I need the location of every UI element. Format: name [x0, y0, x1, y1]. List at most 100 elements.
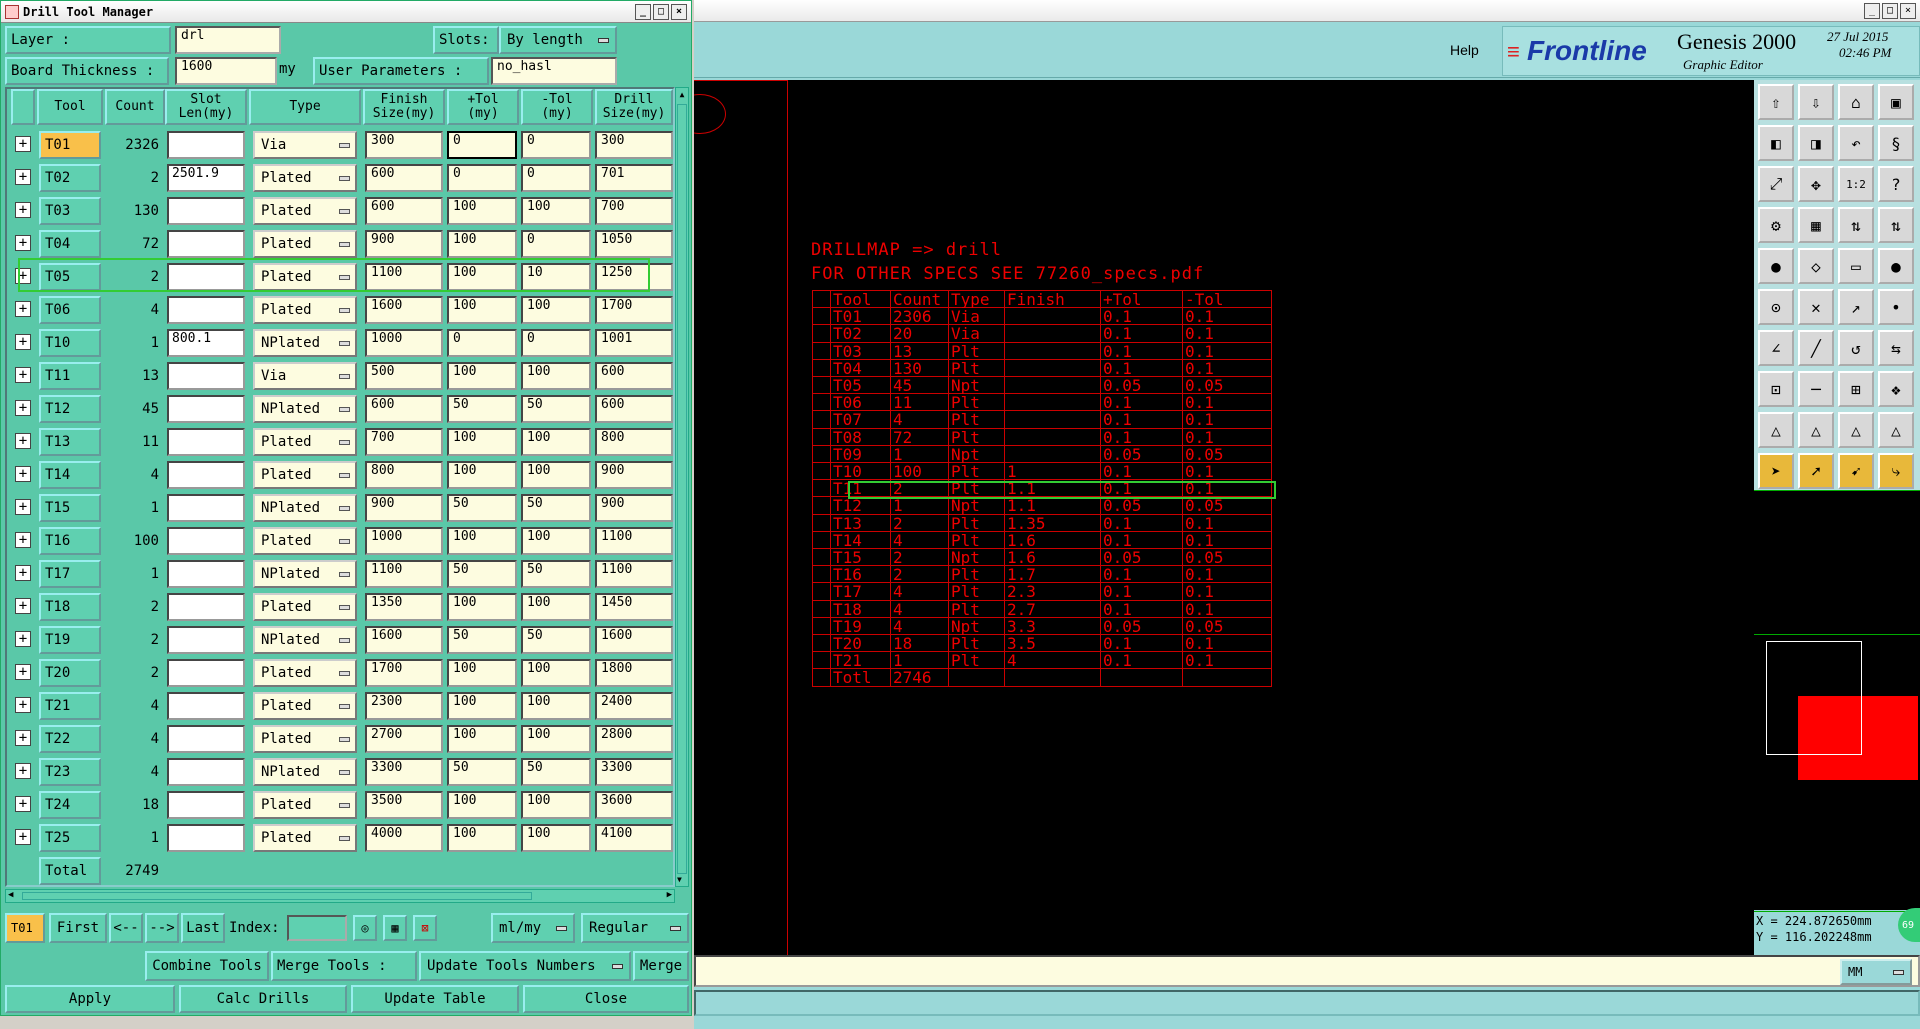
hscroll-thumb[interactable] — [22, 892, 532, 900]
table-row[interactable]: + T02 2 2501.9 Plated 600 0 0 701 — [1, 163, 673, 193]
flip-icon[interactable]: ⇆ — [1878, 330, 1914, 366]
slot-length-field[interactable] — [167, 791, 245, 819]
row-expand-icon[interactable]: + — [15, 829, 31, 845]
drill-size-field[interactable]: 900 — [595, 461, 673, 489]
minus-tol-field[interactable]: 100 — [521, 428, 591, 456]
maximize-icon[interactable]: □ — [653, 4, 669, 20]
tool-id[interactable]: T10 — [39, 329, 101, 357]
type-dropdown[interactable]: NPlated — [253, 395, 357, 423]
drill-size-field[interactable]: 1600 — [595, 626, 673, 654]
index-field[interactable] — [287, 915, 347, 941]
help-menu[interactable]: Help — [1450, 42, 1479, 58]
slot-length-field[interactable]: 2501.9 — [167, 164, 245, 192]
slot-length-field[interactable] — [167, 560, 245, 588]
genesis-titlebar[interactable]: _ □ × — [694, 0, 1920, 22]
tool-id[interactable]: T02 — [39, 164, 101, 192]
triangle-bold-icon[interactable]: △ — [1838, 412, 1874, 448]
horizontal-scrollbar[interactable]: ◀ ▶ — [5, 889, 675, 903]
tool-id[interactable]: T14 — [39, 461, 101, 489]
plus-tol-field[interactable]: 50 — [447, 758, 517, 786]
header-select-all[interactable] — [11, 89, 35, 125]
tool-id[interactable]: T04 — [39, 230, 101, 258]
minus-tol-field[interactable]: 100 — [521, 362, 591, 390]
type-dropdown[interactable]: Plated — [253, 428, 357, 456]
minus-tol-field[interactable]: 0 — [521, 131, 591, 159]
window-titlebar[interactable]: Drill Tool Manager _ □ × — [1, 1, 691, 23]
command-line[interactable] — [694, 955, 1920, 987]
clear-icon[interactable]: ⊠ — [413, 915, 437, 941]
compass-icon[interactable]: ➹ — [1838, 453, 1874, 489]
lightbulb-icon[interactable]: ◎ — [353, 915, 377, 941]
row-expand-icon[interactable]: + — [15, 697, 31, 713]
units-selector[interactable]: MM — [1840, 959, 1912, 985]
tool-id[interactable]: T23 — [39, 758, 101, 786]
type-dropdown[interactable]: Plated — [253, 824, 357, 852]
finish-size-field[interactable]: 500 — [365, 362, 443, 390]
slot-length-field[interactable] — [167, 692, 245, 720]
type-dropdown[interactable]: Plated — [253, 164, 357, 192]
table-row[interactable]: + T12 45 NPlated 600 50 50 600 — [1, 394, 673, 424]
minus-tol-field[interactable]: 100 — [521, 791, 591, 819]
tool-id[interactable]: T19 — [39, 626, 101, 654]
type-dropdown[interactable]: Via — [253, 362, 357, 390]
plus-tol-field[interactable]: 100 — [447, 692, 517, 720]
plus-tol-field[interactable]: 100 — [447, 461, 517, 489]
row-expand-icon[interactable]: + — [15, 730, 31, 746]
apply-button[interactable]: Apply — [5, 985, 175, 1013]
type-dropdown[interactable]: Plated — [253, 296, 357, 324]
tool-id[interactable]: T01 — [39, 131, 101, 159]
layer-field[interactable]: drl — [175, 26, 281, 54]
slot-length-field[interactable] — [167, 626, 245, 654]
tool-id[interactable]: T03 — [39, 197, 101, 225]
minus-tol-field[interactable]: 50 — [521, 395, 591, 423]
slot-length-field[interactable] — [167, 494, 245, 522]
minimize-icon[interactable]: _ — [1864, 3, 1880, 19]
table-row[interactable]: + T18 2 Plated 1350 100 100 1450 — [1, 592, 673, 622]
update-tools-numbers-dropdown[interactable]: Update Tools Numbers — [419, 951, 631, 981]
type-dropdown[interactable]: Via — [253, 131, 357, 159]
type-dropdown[interactable]: Plated — [253, 230, 357, 258]
home-icon[interactable]: ⌂ — [1838, 84, 1874, 120]
plus-tol-field[interactable]: 100 — [447, 593, 517, 621]
row-expand-icon[interactable]: + — [15, 532, 31, 548]
plus-tol-field[interactable]: 100 — [447, 428, 517, 456]
type-dropdown[interactable]: Plated — [253, 593, 357, 621]
table-row[interactable]: + T21 4 Plated 2300 100 100 2400 — [1, 691, 673, 721]
plus-tol-field[interactable]: 100 — [447, 725, 517, 753]
table-row[interactable]: + T10 1 800.1 NPlated 1000 0 0 1001 — [1, 328, 673, 358]
drill-size-field[interactable]: 3600 — [595, 791, 673, 819]
snap-alt-icon[interactable]: ⇅ — [1878, 207, 1914, 243]
plus-tol-field[interactable]: 50 — [447, 626, 517, 654]
finish-size-field[interactable]: 600 — [365, 197, 443, 225]
type-dropdown[interactable]: NPlated — [253, 626, 357, 654]
measure-icon[interactable]: ▭ — [1838, 248, 1874, 284]
combine-tools-button[interactable]: Combine Tools — [145, 951, 269, 981]
finish-size-field[interactable]: 3300 — [365, 758, 443, 786]
minus-tol-field[interactable]: 100 — [521, 692, 591, 720]
table-row[interactable]: + T19 2 NPlated 1600 50 50 1600 — [1, 625, 673, 655]
settings-icon[interactable]: ⚙ — [1758, 207, 1794, 243]
column-header[interactable]: Drill Size(my) — [595, 89, 673, 125]
finish-size-field[interactable]: 1700 — [365, 659, 443, 687]
tool-id[interactable]: T17 — [39, 560, 101, 588]
tool-id[interactable]: T22 — [39, 725, 101, 753]
close-icon[interactable]: × — [1900, 3, 1916, 19]
drill-size-field[interactable]: 800 — [595, 428, 673, 456]
finish-size-field[interactable]: 300 — [365, 131, 443, 159]
finish-size-field[interactable]: 1600 — [365, 296, 443, 324]
tool-id[interactable]: T15 — [39, 494, 101, 522]
cross-icon[interactable]: ✕ — [1798, 289, 1834, 325]
minus-tol-field[interactable]: 100 — [521, 824, 591, 852]
drill-size-field[interactable]: 4100 — [595, 824, 673, 852]
scroll-left-icon[interactable]: ◀ — [8, 890, 13, 900]
table-row[interactable]: + T25 1 Plated 4000 100 100 4100 — [1, 823, 673, 853]
minus-icon[interactable]: ─ — [1798, 371, 1834, 407]
help-icon[interactable]: ? — [1878, 166, 1914, 202]
row-expand-icon[interactable]: + — [15, 598, 31, 614]
minus-tol-field[interactable]: 100 — [521, 725, 591, 753]
plus-tol-field[interactable]: 100 — [447, 659, 517, 687]
slot-length-field[interactable] — [167, 131, 245, 159]
column-header[interactable]: Type — [249, 89, 361, 125]
finish-size-field[interactable]: 1000 — [365, 329, 443, 357]
vertical-scrollbar[interactable]: ▲ ▼ — [675, 87, 689, 887]
